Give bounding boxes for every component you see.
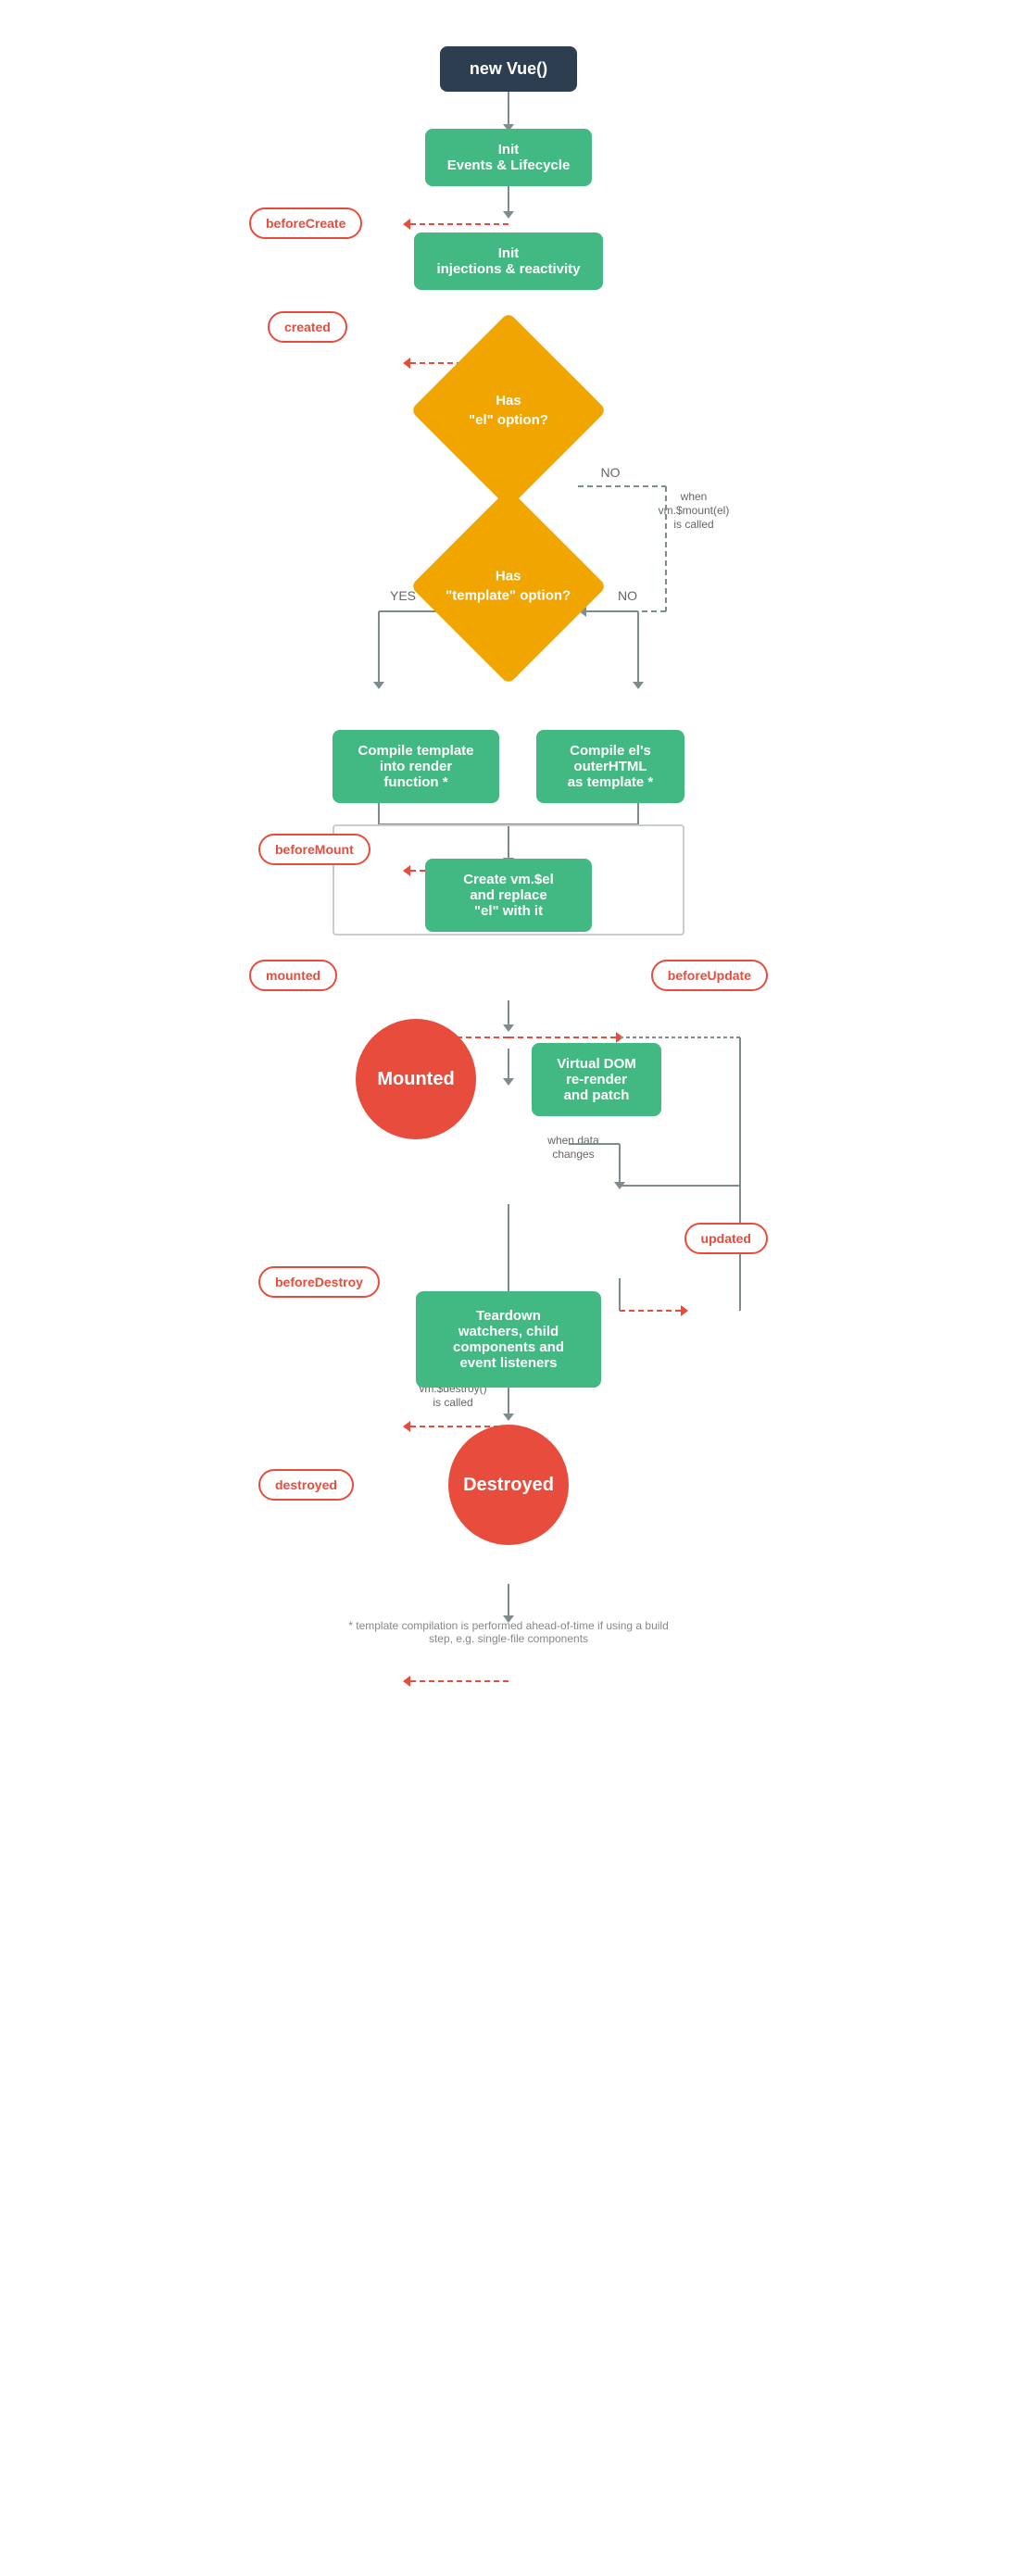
mounted-hook: mounted <box>249 960 337 991</box>
created-label: created <box>284 320 331 334</box>
before-mount-label: beforeMount <box>275 842 354 857</box>
destroyed-hook: destroyed <box>258 1469 354 1501</box>
svg-text:NO: NO <box>601 465 621 480</box>
updated-hook: updated <box>684 1223 768 1254</box>
svg-text:YES: YES <box>390 588 416 603</box>
before-destroy-hook: beforeDestroy <box>258 1266 380 1298</box>
create-vm-el-box: Create vm.$eland replace"el" with it <box>425 859 592 932</box>
create-vm-el-label: Create vm.$eland replace"el" with it <box>463 872 554 919</box>
init-injections-label: Initinjections & reactivity <box>436 245 580 277</box>
before-create-label: beforeCreate <box>266 216 345 231</box>
virtual-dom-box: Virtual DOMre-renderand patch <box>532 1043 661 1116</box>
before-update-label: beforeUpdate <box>668 968 751 983</box>
svg-text:is called: is called <box>433 1396 472 1409</box>
new-vue-label: new Vue() <box>470 59 547 78</box>
mounted-label: mounted <box>266 968 320 983</box>
compile-template-box: Compile templateinto render function * <box>333 730 499 803</box>
svg-text:vm.$mount(el): vm.$mount(el) <box>659 504 730 517</box>
compile-outerhtml-box: Compile el'souterHTMLas template * <box>536 730 684 803</box>
before-mount-hook: beforeMount <box>258 834 370 865</box>
created-hook: created <box>268 311 347 343</box>
teardown-box: Teardownwatchers, childcomponents andeve… <box>416 1291 601 1388</box>
mounted-circle: Mounted <box>356 1019 476 1139</box>
new-vue-box: new Vue() <box>440 46 577 92</box>
compile-outerhtml-label: Compile el'souterHTMLas template * <box>568 743 654 790</box>
init-events-box: InitEvents & Lifecycle <box>425 129 593 186</box>
has-template-label: Has"template" option? <box>446 569 571 604</box>
footnote-text: * template compilation is performed ahea… <box>348 1619 669 1645</box>
svg-text:changes: changes <box>552 1148 594 1161</box>
compile-template-label: Compile templateinto render function * <box>358 743 473 790</box>
before-destroy-label: beforeDestroy <box>275 1275 363 1289</box>
destroyed-label: destroyed <box>275 1477 337 1492</box>
updated-label: updated <box>701 1231 751 1246</box>
destroyed-circle: Destroyed <box>448 1425 569 1545</box>
svg-text:NO: NO <box>618 588 637 603</box>
before-update-hook: beforeUpdate <box>651 960 768 991</box>
before-create-hook: beforeCreate <box>249 207 362 239</box>
lifecycle-diagram: NO when vm.$mount(el) is called YES YES … <box>221 19 796 1645</box>
svg-text:is called: is called <box>673 518 713 531</box>
teardown-label: Teardownwatchers, childcomponents andeve… <box>453 1308 564 1371</box>
has-el-label: Has"el" option? <box>469 393 548 428</box>
destroyed-circle-label: Destroyed <box>463 1475 554 1496</box>
init-injections-box: Initinjections & reactivity <box>414 232 602 290</box>
svg-text:when: when <box>680 490 708 503</box>
footnote: * template compilation is performed ahea… <box>342 1619 675 1645</box>
has-template-diamond: Has"template" option? <box>410 488 607 685</box>
has-el-diamond: Has"el" option? <box>410 312 607 509</box>
virtual-dom-label: Virtual DOMre-renderand patch <box>557 1056 636 1103</box>
mounted-circle-label: Mounted <box>377 1069 454 1090</box>
init-events-label: InitEvents & Lifecycle <box>447 142 571 173</box>
